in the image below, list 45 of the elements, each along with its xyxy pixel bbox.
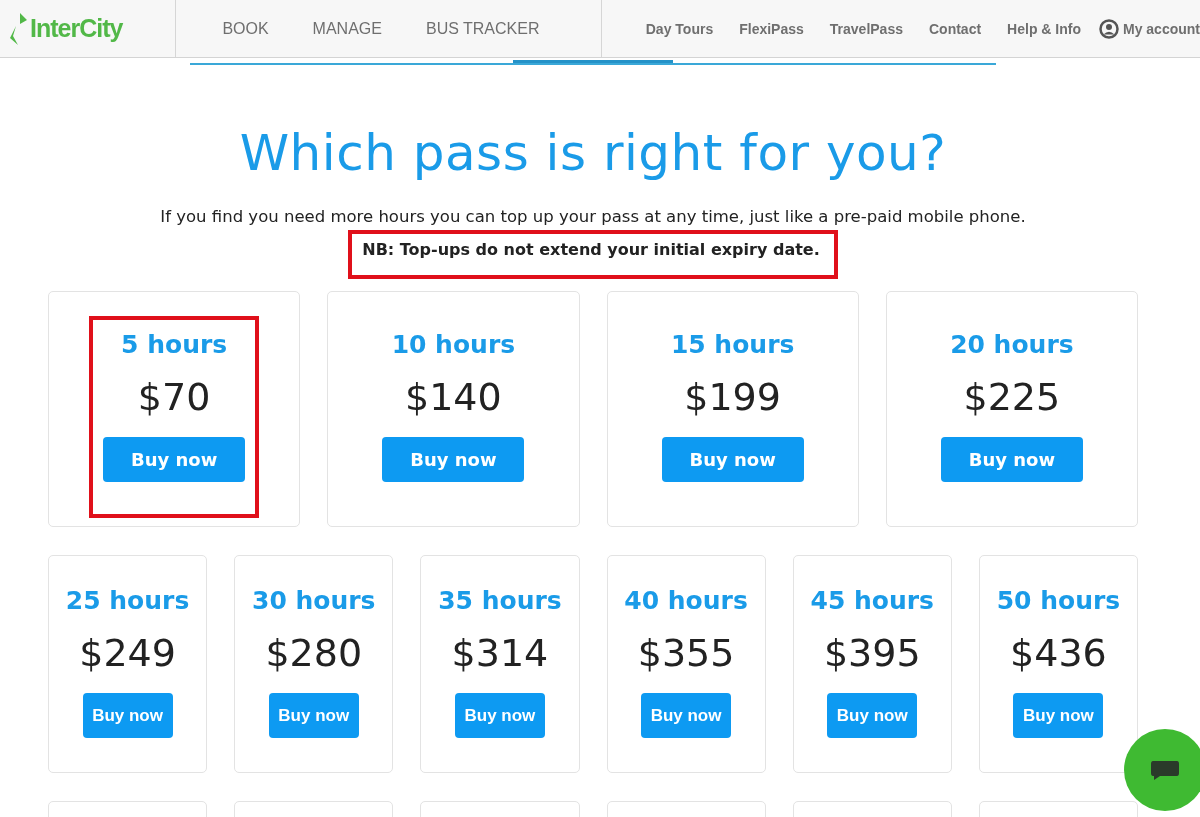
buy-button[interactable]: Buy now — [827, 693, 918, 738]
nav-link[interactable]: Contact — [928, 20, 982, 37]
pass-price: $436 — [1010, 631, 1107, 675]
pass-price: $355 — [637, 631, 735, 675]
pass-price: $314 — [451, 631, 549, 675]
pass-hours: 25 hours — [65, 586, 190, 615]
nav-link[interactable]: TravelPass — [829, 20, 903, 37]
nav-link[interactable]: FlexiPass — [739, 20, 804, 37]
account-link[interactable]: My account — [1099, 18, 1200, 39]
pass-hours: 50 hours — [996, 586, 1121, 615]
intro-text: If you find you need more hours you can top up your pass at any time, just like a pre-paid mobile phone. — [159, 207, 1027, 226]
chat-icon — [1150, 759, 1180, 781]
pass-hours: 10 hours — [391, 330, 516, 359]
buy-button[interactable]: Buy now — [940, 437, 1083, 482]
page-title: Which pass is right for you? — [238, 123, 948, 183]
pass-hours: 40 hours — [624, 586, 748, 615]
pass-hours: 15 hours — [670, 330, 795, 359]
pass-hours: 20 hours — [950, 330, 1074, 359]
pass-price: $395 — [823, 631, 921, 675]
buy-button[interactable]: Buy now — [1013, 693, 1104, 738]
buy-button[interactable]: Buy now — [641, 693, 732, 738]
pass-hours: 35 hours — [438, 586, 562, 615]
pass-hours: 5 hours — [121, 330, 228, 359]
buy-button[interactable]: Buy now — [661, 437, 804, 482]
pass-price: $280 — [265, 631, 363, 675]
buy-button[interactable]: Buy now — [268, 693, 359, 738]
buy-button[interactable]: Buy now — [82, 693, 173, 738]
pass-price: $70 — [137, 375, 211, 419]
nav-link[interactable]: BUS TRACKER — [425, 19, 540, 38]
buy-button[interactable]: Buy now — [382, 437, 525, 482]
pass-hours: 45 hours — [810, 586, 934, 615]
nav-link[interactable]: Help & Info — [1007, 20, 1081, 37]
nav-link[interactable]: MANAGE — [312, 19, 382, 38]
logo-wordmark[interactable]: InterCity — [30, 14, 123, 43]
pass-price: $249 — [79, 631, 176, 675]
pass-price: $199 — [684, 375, 781, 419]
pass-price: $140 — [405, 375, 502, 419]
pass-price: $225 — [963, 375, 1061, 419]
note-text: NB: Top-ups do not extend your initial expiry date. — [348, 230, 838, 279]
nav-link[interactable]: Day Tours — [645, 20, 714, 37]
buy-button[interactable]: Buy now — [454, 693, 545, 738]
nav-link[interactable]: BOOK — [222, 19, 269, 38]
buy-button[interactable]: Buy now — [103, 437, 246, 482]
user-icon — [1099, 18, 1119, 39]
pass-hours: 30 hours — [252, 586, 376, 615]
